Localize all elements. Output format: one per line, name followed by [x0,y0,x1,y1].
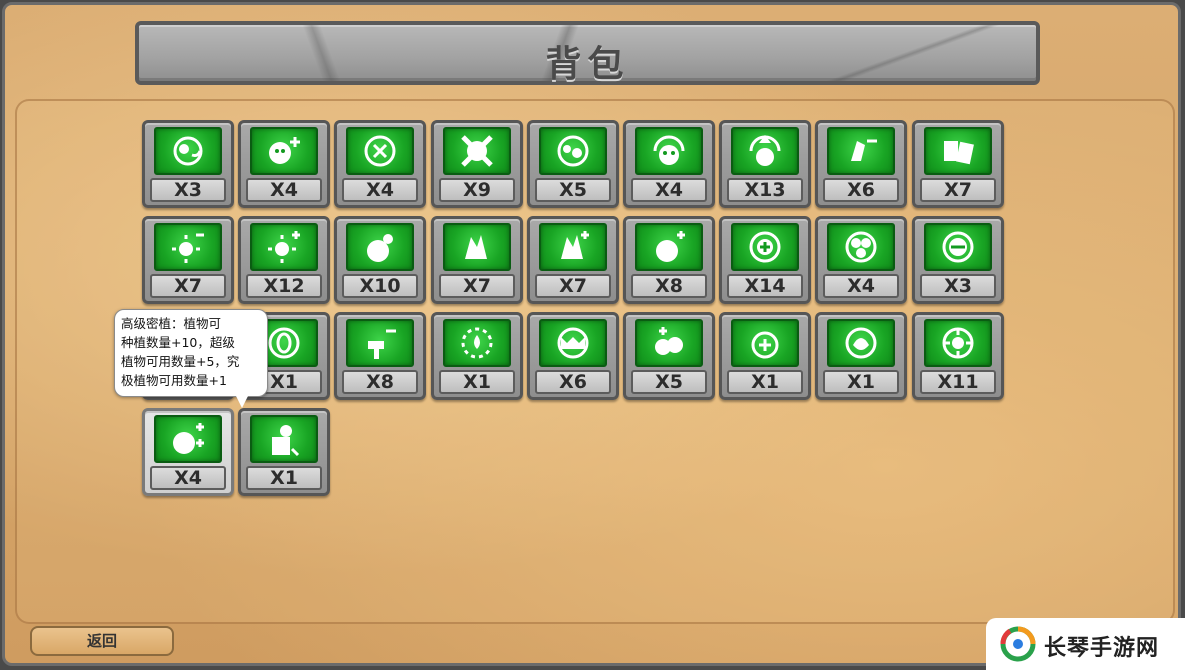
inventory-item[interactable]: X1 [719,312,811,400]
back-button[interactable]: 返回 [30,626,174,656]
item-count: X12 [246,274,322,298]
item-count: X11 [920,370,996,394]
inventory-item[interactable]: X3 [912,216,1004,304]
inventory-item[interactable]: X7 [912,120,1004,208]
health-plus-icon [731,223,799,271]
item-count: X9 [439,178,515,202]
item-count: X5 [631,370,707,394]
target-crosshair-icon [346,127,414,175]
hand-minus-icon [827,127,895,175]
peashooter-icon [539,127,607,175]
cross-swords-icon [443,127,511,175]
seed-plus-icon [250,127,318,175]
seed-pod-icon [346,223,414,271]
flame-mouth-icon [827,319,895,367]
item-count: X7 [150,274,226,298]
inventory-item[interactable]: X4 [334,120,426,208]
item-count: X1 [823,370,899,394]
apple-double-plus-icon [154,415,222,463]
item-count: X10 [342,274,418,298]
inventory-item[interactable]: X8 [334,312,426,400]
inventory-item[interactable]: X1 [238,408,330,496]
item-count: X7 [439,274,515,298]
inventory-item[interactable]: X6 [815,120,907,208]
spiky-plant-icon [443,223,511,271]
inventory-item[interactable]: X10 [334,216,426,304]
item-count: X8 [342,370,418,394]
fire-mouth-icon [539,319,607,367]
inventory-item[interactable]: X4 [142,408,234,496]
item-count: X7 [920,178,996,202]
title-banner: 背包 [135,21,1040,85]
item-count: X8 [631,274,707,298]
item-count: X3 [150,178,226,202]
inventory-item[interactable]: X12 [238,216,330,304]
inventory-item[interactable]: X5 [527,120,619,208]
page-title: 背包 [545,44,630,85]
zombie-head-icon [635,127,703,175]
item-count: X4 [150,466,226,490]
droplet-orbit-icon [443,319,511,367]
inventory-item[interactable]: X4 [238,120,330,208]
sun-plus-icon [250,223,318,271]
tooltip-line: 种植数量+10，超级 [121,335,235,350]
inventory-item[interactable]: X4 [815,216,907,304]
fan-icon [827,223,895,271]
item-tooltip: 高级密植：植物可 种植数量+10，超级 植物可用数量+5，究 极植物可用数量+1 [114,309,268,397]
item-count: X4 [631,178,707,202]
inventory-item[interactable]: X11 [912,312,1004,400]
sun-compass-icon [924,319,992,367]
item-count: X6 [535,370,611,394]
watermark-text: 长琴手游网 [1044,636,1160,661]
item-count: X4 [342,178,418,202]
item-count: X13 [727,178,803,202]
item-count: X4 [246,178,322,202]
tooltip-tail [236,396,248,408]
item-count: X3 [920,274,996,298]
cards-icon [924,127,992,175]
inventory-item[interactable]: X1 [815,312,907,400]
watermark: 长琴手游网 [986,618,1185,670]
inventory-item[interactable]: X7 [142,216,234,304]
item-count: X6 [823,178,899,202]
item-count: X1 [246,466,322,490]
inventory-item[interactable]: X3 [142,120,234,208]
apple-plus-icon [635,223,703,271]
inventory-item[interactable]: X13 [719,120,811,208]
tooltip-line: 植物可用数量+5，究 [121,354,240,369]
inventory-item[interactable]: X9 [431,120,523,208]
sun-minus-icon [154,223,222,271]
item-count: X1 [727,370,803,394]
spiky-plant-plus-icon [539,223,607,271]
inventory-item[interactable]: X4 [623,120,715,208]
inventory-item[interactable]: X6 [527,312,619,400]
item-count: X5 [535,178,611,202]
inventory-item[interactable]: X8 [623,216,715,304]
seeds-plus-icon [635,319,703,367]
watermark-logo-icon [1000,626,1036,662]
item-count: X4 [823,274,899,298]
item-count: X1 [439,370,515,394]
inventory-item[interactable]: X14 [719,216,811,304]
inventory-item[interactable]: X5 [623,312,715,400]
cauldron-plus-icon [731,319,799,367]
inventory-item[interactable]: X1 [431,312,523,400]
item-count: X14 [727,274,803,298]
hammer-minus-icon [346,319,414,367]
seed-sprout-icon [154,127,222,175]
inventory-item[interactable]: X7 [527,216,619,304]
tooltip-line: 极植物可用数量+1 [121,373,227,388]
tooltip-line: 高级密植：植物可 [121,316,222,331]
item-count: X7 [535,274,611,298]
zombie-cone-icon [731,127,799,175]
inventory-item[interactable]: X7 [431,216,523,304]
chomper-mouth-icon [924,223,992,271]
flower-card-icon [250,415,318,463]
